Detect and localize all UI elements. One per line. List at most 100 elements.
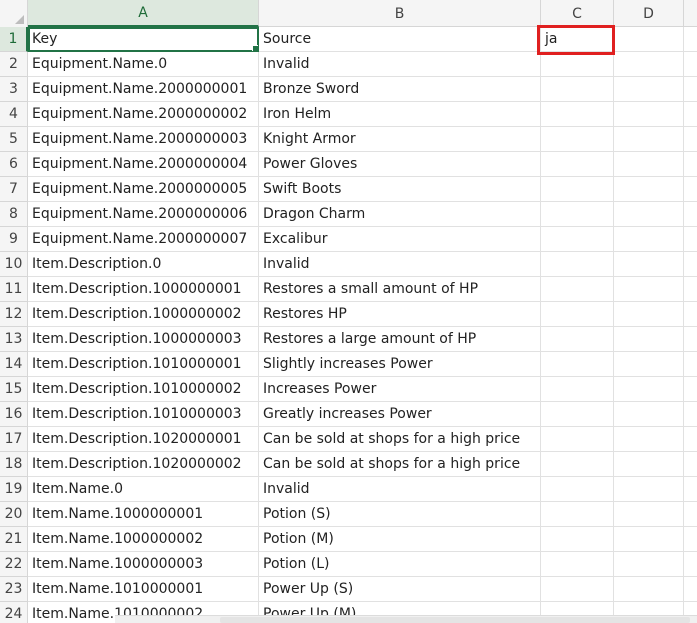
cell-d[interactable]: [614, 102, 684, 127]
cell-d[interactable]: [614, 477, 684, 502]
cell-e[interactable]: [684, 327, 697, 352]
cell-key[interactable]: Item.Description.0: [28, 252, 259, 277]
cell-d[interactable]: [614, 252, 684, 277]
scrollbar-thumb[interactable]: [220, 617, 690, 623]
cell-key[interactable]: Equipment.Name.2000000005: [28, 177, 259, 202]
row-header[interactable]: 21: [0, 527, 28, 552]
cell-c[interactable]: [541, 352, 614, 377]
cell-source[interactable]: Power Gloves: [259, 152, 541, 177]
cell-c[interactable]: [541, 452, 614, 477]
select-all-button[interactable]: [0, 0, 28, 27]
cell-key[interactable]: Equipment.Name.2000000002: [28, 102, 259, 127]
cell-c[interactable]: [541, 327, 614, 352]
cell-e[interactable]: [684, 52, 697, 77]
cell-e[interactable]: [684, 277, 697, 302]
cell-source[interactable]: Slightly increases Power: [259, 352, 541, 377]
cell-source[interactable]: Potion (L): [259, 552, 541, 577]
cell-c[interactable]: [541, 202, 614, 227]
cell-d[interactable]: [614, 202, 684, 227]
cell-key[interactable]: Item.Description.1020000002: [28, 452, 259, 477]
cell-source[interactable]: Can be sold at shops for a high price: [259, 427, 541, 452]
cell-source[interactable]: Potion (S): [259, 502, 541, 527]
cell-key[interactable]: Item.Name.1000000002: [28, 527, 259, 552]
cell-d[interactable]: [614, 552, 684, 577]
cell-key[interactable]: Item.Name.1010000001: [28, 577, 259, 602]
cell-c[interactable]: [541, 302, 614, 327]
cell-key[interactable]: Equipment.Name.2000000003: [28, 127, 259, 152]
row-header[interactable]: 18: [0, 452, 28, 477]
cell-c[interactable]: [541, 502, 614, 527]
cell-d[interactable]: [614, 452, 684, 477]
cell-c[interactable]: [541, 177, 614, 202]
cell-c[interactable]: [541, 127, 614, 152]
cell-key[interactable]: Item.Description.1000000003: [28, 327, 259, 352]
cell-e[interactable]: [684, 402, 697, 427]
cell-e[interactable]: [684, 77, 697, 102]
cell-c[interactable]: [541, 477, 614, 502]
cell-c[interactable]: [541, 227, 614, 252]
row-header[interactable]: 9: [0, 227, 28, 252]
cell-source[interactable]: Greatly increases Power: [259, 402, 541, 427]
cell-source[interactable]: Excalibur: [259, 227, 541, 252]
column-header-b[interactable]: B: [259, 0, 541, 27]
cell-c[interactable]: [541, 577, 614, 602]
row-header[interactable]: 16: [0, 402, 28, 427]
cell-d[interactable]: [614, 427, 684, 452]
cell-source[interactable]: Invalid: [259, 252, 541, 277]
cell-key[interactable]: Key: [28, 27, 259, 52]
cell-c[interactable]: [541, 102, 614, 127]
cell-c[interactable]: [541, 252, 614, 277]
cell-e[interactable]: [684, 27, 697, 52]
row-header[interactable]: 8: [0, 202, 28, 227]
cell-c[interactable]: [541, 427, 614, 452]
cell-e[interactable]: [684, 302, 697, 327]
cell-source[interactable]: Bronze Sword: [259, 77, 541, 102]
cell-d[interactable]: [614, 502, 684, 527]
cell-c[interactable]: [541, 152, 614, 177]
cell-source[interactable]: Invalid: [259, 477, 541, 502]
cell-key[interactable]: Item.Name.1000000001: [28, 502, 259, 527]
cell-d[interactable]: [614, 327, 684, 352]
row-header[interactable]: 6: [0, 152, 28, 177]
cell-key[interactable]: Item.Description.1010000001: [28, 352, 259, 377]
cell-e[interactable]: [684, 152, 697, 177]
cell-d[interactable]: [614, 527, 684, 552]
row-header[interactable]: 17: [0, 427, 28, 452]
row-header[interactable]: 24: [0, 602, 28, 623]
row-header[interactable]: 13: [0, 327, 28, 352]
cell-key[interactable]: Item.Description.1010000003: [28, 402, 259, 427]
cell-d[interactable]: [614, 127, 684, 152]
cell-key[interactable]: Item.Description.1020000001: [28, 427, 259, 452]
cell-source[interactable]: Restores a small amount of HP: [259, 277, 541, 302]
row-header[interactable]: 4: [0, 102, 28, 127]
cell-e[interactable]: [684, 177, 697, 202]
row-header[interactable]: 20: [0, 502, 28, 527]
cell-d[interactable]: [614, 352, 684, 377]
cell-c[interactable]: ja: [541, 27, 614, 52]
column-header-c[interactable]: C: [541, 0, 614, 27]
column-header-a[interactable]: A: [28, 0, 259, 27]
cell-source[interactable]: Power Up (S): [259, 577, 541, 602]
cell-key[interactable]: Equipment.Name.2000000007: [28, 227, 259, 252]
row-header[interactable]: 2: [0, 52, 28, 77]
cell-c[interactable]: [541, 377, 614, 402]
cell-e[interactable]: [684, 552, 697, 577]
row-header[interactable]: 3: [0, 77, 28, 102]
cell-d[interactable]: [614, 377, 684, 402]
row-header[interactable]: 12: [0, 302, 28, 327]
row-header[interactable]: 1: [0, 27, 28, 52]
cell-d[interactable]: [614, 27, 684, 52]
cell-d[interactable]: [614, 177, 684, 202]
cell-key[interactable]: Item.Description.1000000002: [28, 302, 259, 327]
cell-e[interactable]: [684, 427, 697, 452]
row-header[interactable]: 14: [0, 352, 28, 377]
cell-c[interactable]: [541, 77, 614, 102]
cell-e[interactable]: [684, 377, 697, 402]
cell-source[interactable]: Iron Helm: [259, 102, 541, 127]
cell-source[interactable]: Restores a large amount of HP: [259, 327, 541, 352]
cell-key[interactable]: Equipment.Name.2000000004: [28, 152, 259, 177]
cell-c[interactable]: [541, 552, 614, 577]
cell-c[interactable]: [541, 527, 614, 552]
cell-source[interactable]: Potion (M): [259, 527, 541, 552]
cell-key[interactable]: Equipment.Name.2000000006: [28, 202, 259, 227]
